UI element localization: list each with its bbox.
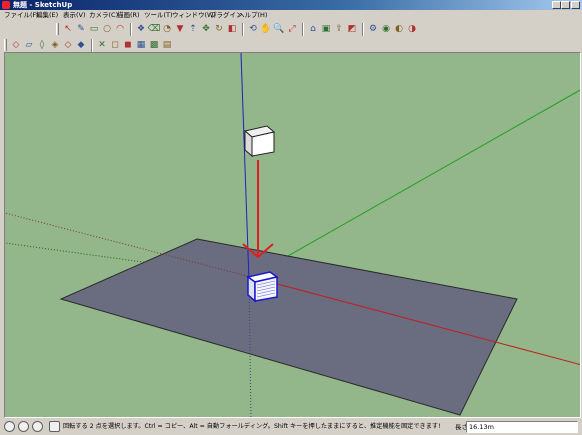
select-tool-icon[interactable]: ↖ [62, 23, 74, 35]
extension-warehouse-icon[interactable]: ⚙ [367, 23, 379, 35]
modeling-viewport[interactable] [4, 52, 581, 418]
toolbar-grip[interactable] [4, 39, 7, 51]
toolbar-grip[interactable] [56, 23, 59, 35]
credits-icon[interactable] [18, 421, 29, 432]
main-toolbar: ↖ ✎ ▭ ○ ◠ ❖ ⌫ ◔ ▼ ⇡ ✥ ↻ ◧ ⟲ ✋ 🔍 ⤢ ⌂ ▣ ⇪ ◩ ⚙ ◉ ◐ ◑ [56, 21, 419, 37]
circle-tool-icon[interactable]: ○ [101, 23, 113, 35]
eraser-tool-icon[interactable]: ⌫ [148, 23, 161, 35]
view-right-icon[interactable]: ◈ [49, 39, 61, 51]
geo-location-icon[interactable] [4, 421, 15, 432]
move-tool-icon[interactable]: ✥ [200, 23, 212, 35]
materials-icon[interactable]: ◐ [393, 23, 405, 35]
get-models-icon[interactable]: ▣ [320, 23, 332, 35]
maximize-button[interactable] [561, 1, 570, 9]
menu-bar: ファイル(F) 編集(E) 表示(V) カメラ(C) 描画(R) ツール(T) … [0, 10, 582, 21]
view-back-icon[interactable]: ◇ [62, 39, 74, 51]
zoom-extents-icon[interactable]: ⤢ [286, 23, 298, 35]
window-title: 無題 - SketchUp [13, 1, 73, 9]
photo-textures-icon[interactable]: ◩ [346, 23, 358, 35]
push-pull-icon[interactable]: ⇡ [187, 23, 199, 35]
toolbar-separator [362, 22, 364, 36]
pencil-tool-icon[interactable]: ✎ [75, 23, 87, 35]
green-axis [250, 89, 580, 278]
toolbar-separator [302, 22, 304, 36]
make-component-icon[interactable]: ❖ [135, 23, 147, 35]
offset-tool-icon[interactable]: ◧ [226, 23, 238, 35]
sketchup-logo-icon [2, 1, 10, 9]
zoom-tool-icon[interactable]: 🔍 [273, 23, 285, 35]
shaded-textures-icon[interactable]: ▩ [148, 39, 160, 51]
arc-tool-icon[interactable]: ◠ [114, 23, 126, 35]
scene-canvas [5, 53, 580, 417]
view-front-icon[interactable]: ◊ [36, 39, 48, 51]
selected-cube[interactable] [246, 271, 279, 303]
xray-icon[interactable]: ✕ [96, 39, 108, 51]
tape-measure-icon[interactable]: ◔ [161, 23, 173, 35]
shaded-icon[interactable]: ▦ [135, 39, 147, 51]
views-toolbar: ◇ ▱ ◊ ◈ ◇ ◆ ✕ ◻ ◼ ▦ ▩ ▤ [4, 37, 174, 53]
status-bar: 回転する 2 点を選択します。Ctrl = コピー、Alt = 自動フォールディ… [0, 419, 582, 435]
menu-tools[interactable]: ツール(T) [144, 10, 173, 21]
view-iso-icon[interactable]: ◇ [10, 39, 22, 51]
upper-cube[interactable] [243, 125, 276, 158]
info-icon[interactable] [49, 421, 60, 432]
wireframe-icon[interactable]: ◻ [109, 39, 121, 51]
menu-file[interactable]: ファイル(F) [4, 10, 39, 21]
hidden-line-icon[interactable]: ◼ [122, 39, 134, 51]
pan-tool-icon[interactable]: ✋ [260, 23, 272, 35]
toolbar-separator [130, 22, 132, 36]
minimize-button[interactable] [552, 1, 561, 9]
add-location-icon[interactable]: ⌂ [307, 23, 319, 35]
toolbar-separator [91, 38, 93, 52]
rectangle-tool-icon[interactable]: ▭ [88, 23, 100, 35]
status-message: 回転する 2 点を選択します。Ctrl = コピー、Alt = 自動フォールディ… [63, 423, 441, 430]
styles-icon[interactable]: ◑ [406, 23, 418, 35]
sketchup-window: 無題 - SketchUp ファイル(F) 編集(E) 表示(V) カメラ(C)… [0, 0, 582, 435]
menu-draw[interactable]: 描画(R) [117, 10, 140, 21]
share-model-icon[interactable]: ⇪ [333, 23, 345, 35]
monochrome-icon[interactable]: ▤ [161, 39, 173, 51]
menu-edit[interactable]: 編集(E) [36, 10, 58, 21]
ground-rectangle[interactable] [59, 238, 518, 416]
components-icon[interactable]: ◉ [380, 23, 392, 35]
orbit-tool-icon[interactable]: ⟲ [247, 23, 259, 35]
menu-camera[interactable]: カメラ(C) [89, 10, 118, 21]
measurements-box[interactable]: 16.13m [466, 421, 578, 433]
view-left-icon[interactable]: ◆ [75, 39, 87, 51]
rotate-tool-icon[interactable]: ↻ [213, 23, 225, 35]
help-icon[interactable] [32, 421, 43, 432]
menu-help[interactable]: ヘルプ(H) [238, 10, 267, 21]
menu-view[interactable]: 表示(V) [63, 10, 86, 21]
title-bar: 無題 - SketchUp [0, 0, 582, 10]
view-top-icon[interactable]: ▱ [23, 39, 35, 51]
paint-bucket-icon[interactable]: ▼ [174, 23, 186, 35]
close-button[interactable] [571, 1, 580, 9]
toolbar-separator [242, 22, 244, 36]
